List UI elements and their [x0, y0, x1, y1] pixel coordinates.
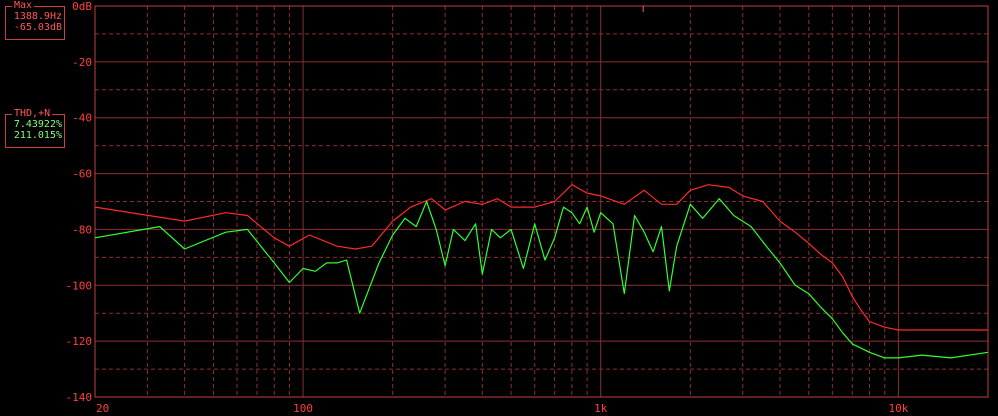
x-tick-label: 10k [888, 402, 908, 415]
spectrum-chart: 0dB -20 -40 -60 -80 -100 -120 -140 20 100 1k 10k [0, 0, 998, 416]
y-tick-label: -120 [66, 335, 93, 348]
max-readout-title: Max [12, 0, 35, 11]
thd-percent-value-1: 7.43922% [13, 119, 62, 130]
x-tick-label: 100 [293, 402, 313, 415]
max-readout-box: Max 1388.9Hz -65.03dB [5, 0, 65, 40]
x-tick-label: 20 [96, 402, 109, 415]
y-tick-label: -100 [66, 279, 93, 292]
thd-percent-value-2: 211.015% [13, 130, 62, 141]
max-level-value: -65.03dB [13, 22, 62, 33]
y-tick-label: 0dB [72, 0, 92, 13]
y-tick-label: -140 [66, 391, 93, 404]
thd-readout-box: THD,+N 7.43922% 211.015% [5, 108, 65, 148]
x-tick-label: 1k [594, 402, 608, 415]
y-tick-label: -20 [72, 56, 92, 69]
y-tick-label: -60 [72, 168, 92, 181]
y-tick-label: -80 [72, 223, 92, 236]
thd-readout-title: THD,+N [12, 108, 53, 119]
max-frequency-value: 1388.9Hz [13, 11, 62, 22]
y-tick-label: -40 [72, 112, 92, 125]
